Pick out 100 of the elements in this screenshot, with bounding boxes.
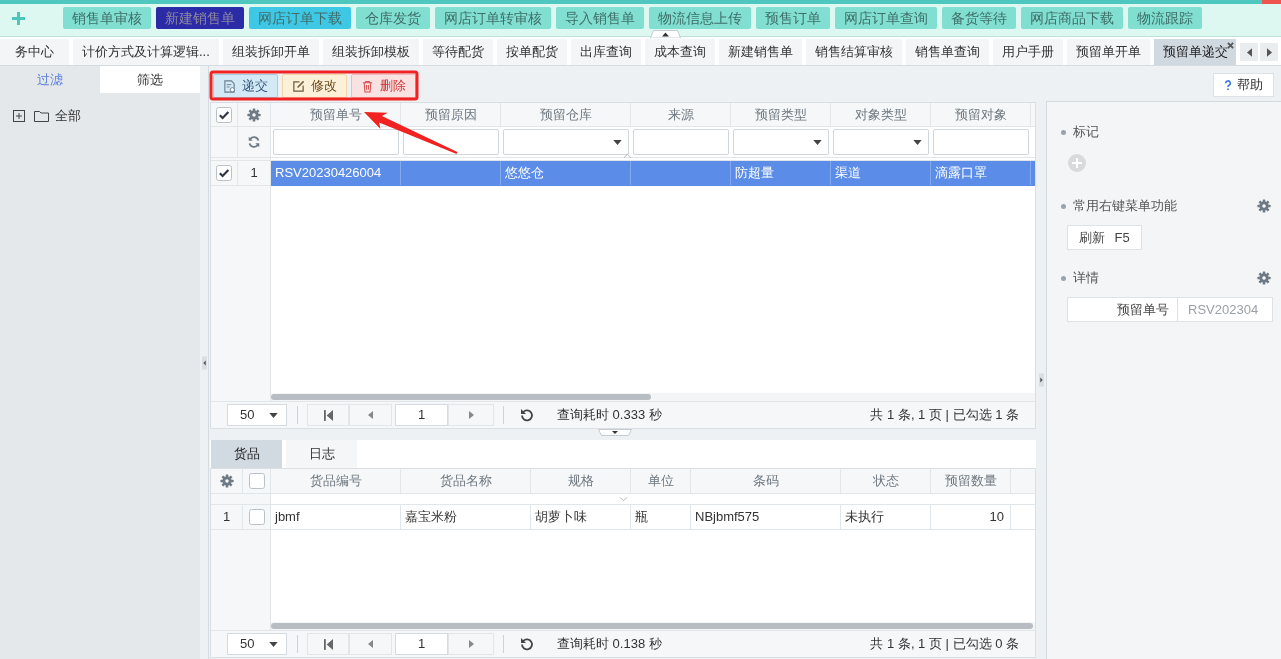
- column-header[interactable]: 条码: [691, 469, 841, 493]
- settings-icon[interactable]: [219, 474, 234, 488]
- tab[interactable]: 出库查询: [570, 39, 641, 65]
- scroll-left-button[interactable]: [1240, 43, 1258, 61]
- expand-icon[interactable]: [13, 109, 25, 122]
- row-checkbox[interactable]: [216, 165, 232, 181]
- tab[interactable]: 货品: [211, 440, 282, 468]
- tab[interactable]: 新建销售单: [718, 39, 802, 65]
- tab[interactable]: 销售结算审核: [805, 39, 902, 65]
- settings-icon[interactable]: [1257, 271, 1271, 285]
- filter-field[interactable]: [633, 129, 729, 155]
- edit-button[interactable]: 修改: [282, 74, 347, 98]
- tab[interactable]: 组装拆卸开单: [222, 39, 319, 65]
- table-cell: 渠道: [831, 161, 931, 185]
- toolbar-button[interactable]: 物流跟踪: [1128, 7, 1202, 29]
- toolbar-button[interactable]: 网店订单下载: [249, 7, 351, 29]
- help-button[interactable]: 帮助: [1213, 73, 1274, 97]
- tab[interactable]: 日志: [286, 440, 357, 468]
- select-all-checkbox[interactable]: [216, 106, 232, 123]
- table-cell: 嘉宝米粉: [401, 505, 531, 529]
- column-header[interactable]: 规格: [531, 469, 631, 493]
- query-time-text: 查询耗时 0.333 秒: [557, 406, 662, 425]
- triangle-right-icon: [468, 411, 474, 419]
- close-icon[interactable]: [1226, 42, 1234, 49]
- column-header[interactable]: 预留对象: [931, 103, 1031, 126]
- selected-row[interactable]: RSV20230426004 悠悠仓 防超量 渠道 滴露口罩: [271, 161, 1035, 186]
- collapse-handle-icon[interactable]: [650, 30, 681, 38]
- submit-button[interactable]: 递交: [213, 74, 278, 98]
- settings-icon[interactable]: [1257, 199, 1271, 213]
- tab[interactable]: 用户手册: [992, 39, 1063, 65]
- first-page-button[interactable]: [307, 633, 349, 655]
- toolbar-button[interactable]: 网店商品下载: [1021, 7, 1123, 29]
- page-size-select[interactable]: 50: [227, 404, 287, 426]
- toolbar-button[interactable]: 网店订单查询: [835, 7, 937, 29]
- tab[interactable]: 等待配货: [422, 39, 493, 65]
- refresh-icon[interactable]: [520, 408, 534, 422]
- table-cell: 10: [931, 505, 1011, 529]
- toolbar-button[interactable]: 导入销售单: [556, 7, 644, 29]
- tab[interactable]: 预留单递交: [1153, 39, 1236, 65]
- scrollbar-thumb[interactable]: [271, 394, 651, 400]
- row-checkbox[interactable]: [248, 509, 265, 525]
- column-header[interactable]: 状态: [841, 469, 931, 493]
- table-cell: 未执行: [841, 505, 931, 529]
- trash-icon: [361, 79, 374, 93]
- filter-field[interactable]: [273, 129, 399, 155]
- toolbar-button[interactable]: 销售单审核: [63, 7, 151, 29]
- tab[interactable]: 销售单查询: [905, 39, 989, 65]
- toolbar-button[interactable]: 新建销售单: [156, 7, 244, 29]
- toolbar-button[interactable]: 备货等待: [942, 7, 1016, 29]
- column-header[interactable]: 预留仓库: [501, 103, 631, 126]
- collapse-handle-icon[interactable]: [598, 429, 632, 436]
- tab[interactable]: 成本查询: [644, 39, 715, 65]
- tab[interactable]: 务中心: [0, 39, 69, 65]
- refresh-icon[interactable]: [520, 637, 534, 651]
- document-icon: [223, 79, 236, 93]
- delete-button[interactable]: 删除: [351, 74, 416, 98]
- caret-down-icon: [913, 139, 922, 145]
- splitter-handle-icon[interactable]: [201, 354, 207, 371]
- bullet-icon: [1061, 129, 1066, 135]
- section-title: 详情: [1073, 269, 1099, 288]
- sidebar-tab[interactable]: 筛选: [100, 66, 200, 93]
- table-cell: 防超量: [731, 161, 831, 185]
- toolbar-button[interactable]: 物流信息上传: [649, 7, 751, 29]
- tab[interactable]: 组装拆卸模板: [322, 39, 419, 65]
- splitter-handle-icon[interactable]: [1039, 372, 1044, 388]
- column-header[interactable]: 对象类型: [831, 103, 931, 126]
- caret-down-icon: [613, 139, 622, 145]
- toolbar-button[interactable]: 仓库发货: [356, 7, 430, 29]
- column-header[interactable]: 货品名称: [401, 469, 531, 493]
- table-cell: 悠悠仓: [501, 161, 631, 185]
- tab[interactable]: 按单配货: [496, 39, 567, 65]
- triangle-left-icon: [368, 640, 373, 648]
- toolbar-button[interactable]: 预售订单: [756, 7, 830, 29]
- tab[interactable]: 计价方式及计算逻辑...: [73, 39, 219, 65]
- refresh-icon[interactable]: [247, 135, 261, 149]
- page-number-field[interactable]: 1: [395, 633, 448, 655]
- column-header[interactable]: 单位: [631, 469, 691, 493]
- table-cell: NBjbmf575: [691, 505, 841, 529]
- query-time-text: 查询耗时 0.138 秒: [557, 635, 662, 654]
- page-size-select[interactable]: 50: [227, 633, 287, 655]
- toolbar-button[interactable]: 网店订单转审核: [435, 7, 551, 29]
- help-icon: [1224, 79, 1232, 91]
- triangle-left-icon: [368, 411, 373, 419]
- edit-icon: [292, 79, 305, 93]
- scroll-right-button[interactable]: [1260, 43, 1278, 61]
- shortcut-button[interactable]: 刷新 F5: [1067, 225, 1142, 250]
- bullet-icon: [1061, 203, 1066, 209]
- filter-field[interactable]: [933, 129, 1029, 155]
- settings-icon[interactable]: [247, 107, 261, 122]
- tree-item[interactable]: 全部: [55, 106, 81, 126]
- tab[interactable]: 预留单开单: [1066, 39, 1150, 65]
- filter-field[interactable]: [403, 129, 499, 155]
- column-header[interactable]: 预留类型: [731, 103, 831, 126]
- column-header[interactable]: 货品编号: [271, 469, 401, 493]
- column-header[interactable]: 预留数量: [931, 469, 1011, 493]
- column-header[interactable]: 来源: [631, 103, 731, 126]
- first-page-button[interactable]: [307, 404, 349, 426]
- caret-down-icon: [269, 641, 278, 647]
- page-number-field[interactable]: 1: [395, 404, 448, 426]
- select-all-checkbox[interactable]: [248, 473, 265, 489]
